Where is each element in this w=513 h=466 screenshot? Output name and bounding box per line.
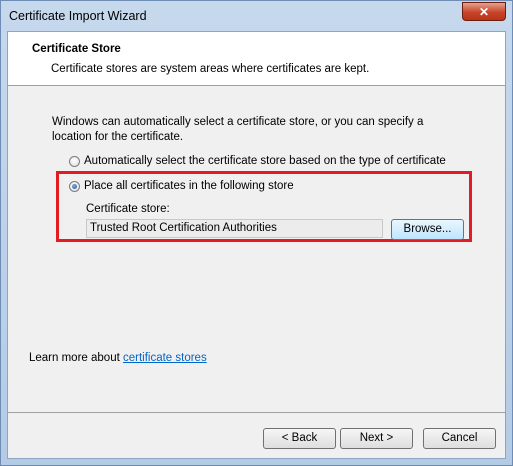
intro-text: Windows can automatically select a certi… xyxy=(52,116,424,143)
certificate-stores-link[interactable]: certificate stores xyxy=(123,352,207,364)
wizard-client-area: Certificate Store Certificate stores are… xyxy=(7,31,506,459)
window-title: Certificate Import Wizard xyxy=(9,9,147,23)
close-button[interactable]: ✕ xyxy=(462,2,506,21)
learn-more-text: Learn more about certificate stores xyxy=(29,352,207,364)
browse-button[interactable]: Browse... xyxy=(391,219,464,240)
close-icon: ✕ xyxy=(478,5,490,19)
back-button[interactable]: < Back xyxy=(263,428,336,449)
radio-auto-select-label[interactable]: Automatically select the certificate sto… xyxy=(84,155,446,167)
learn-more-prefix: Learn more about xyxy=(29,352,123,364)
certificate-import-wizard-window: Certificate Import Wizard ✕ Certificate … xyxy=(0,0,513,466)
cancel-button[interactable]: Cancel xyxy=(423,428,496,449)
radio-auto-select-indicator[interactable] xyxy=(69,155,80,167)
certificate-store-field[interactable]: Trusted Root Certification Authorities xyxy=(86,219,383,238)
page-title: Certificate Store xyxy=(32,43,121,55)
certificate-store-label: Certificate store: xyxy=(86,203,170,215)
title-bar[interactable]: Certificate Import Wizard ✕ xyxy=(1,1,512,31)
page-description: Certificate stores are system areas wher… xyxy=(51,63,370,75)
wizard-header-panel: Certificate Store Certificate stores are… xyxy=(8,32,505,86)
next-button[interactable]: Next > xyxy=(340,428,413,449)
footer-divider xyxy=(8,412,505,413)
radio-auto-select[interactable]: Automatically select the certificate sto… xyxy=(69,153,446,169)
